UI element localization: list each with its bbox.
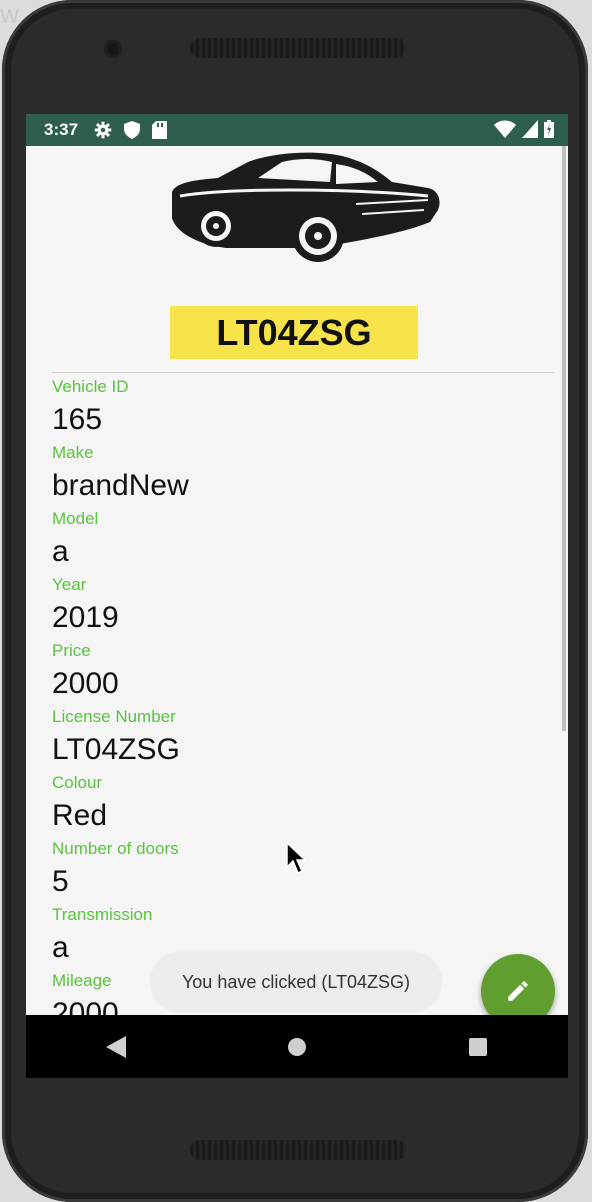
wifi-icon	[494, 120, 516, 138]
car-image	[172, 152, 440, 262]
field-number-of-doors: Number of doors 5	[52, 839, 189, 905]
top-speaker	[190, 38, 406, 58]
field-vehicle-id: Vehicle ID 165	[52, 377, 189, 443]
home-icon	[287, 1037, 306, 1056]
field-price: Price 2000	[52, 641, 189, 707]
field-label: Number of doors	[52, 839, 179, 858]
edit-button[interactable]	[481, 954, 555, 1015]
field-label: Price	[52, 641, 91, 660]
field-label: Colour	[52, 773, 103, 792]
field-model: Model a	[52, 509, 189, 575]
field-value: 165	[52, 403, 103, 436]
gear-icon	[94, 121, 112, 139]
field-label: Make	[52, 443, 94, 462]
field-make: Make brandNew	[52, 443, 189, 509]
field-label: Transmission	[52, 905, 153, 924]
field-value: LT04ZSG	[52, 733, 180, 766]
field-value: 5	[52, 865, 69, 898]
field-value: 2019	[52, 601, 119, 634]
field-label: Year	[52, 575, 87, 594]
divider	[52, 372, 554, 373]
front-camera	[104, 40, 122, 58]
mouse-cursor-icon	[286, 842, 306, 875]
battery-icon	[544, 120, 554, 138]
back-icon	[106, 1035, 127, 1058]
scrollbar[interactable]	[562, 146, 566, 731]
toast-message: You have clicked (LT04ZSG)	[150, 951, 442, 1013]
vehicle-detail-scroll[interactable]: LT04ZSG Vehicle ID 165 Make brandNew Mod…	[26, 146, 568, 1015]
status-time: 3:37	[44, 120, 79, 139]
background-window-text: W	[0, 6, 19, 28]
field-year: Year 2019	[52, 575, 189, 641]
recents-button[interactable]	[448, 1017, 508, 1077]
sd-card-icon	[152, 121, 168, 139]
edit-pencil-icon	[508, 981, 528, 1001]
field-label: Vehicle ID	[52, 377, 129, 396]
field-value: a	[52, 535, 69, 568]
license-plate: LT04ZSG	[170, 306, 418, 359]
vehicle-fields: Vehicle ID 165 Make brandNew Model a Yea…	[52, 377, 189, 1015]
home-button[interactable]	[267, 1017, 327, 1077]
field-value: Red	[52, 799, 108, 832]
field-label: Model	[52, 509, 99, 528]
field-colour: Colour Red	[52, 773, 189, 839]
device-screen: 3:37 LT04ZSG Vehicle ID 165 Make brandNe…	[26, 114, 568, 1078]
bottom-speaker	[190, 1140, 406, 1160]
status-bar: 3:37	[26, 114, 568, 146]
field-value: brandNew	[52, 469, 189, 502]
field-label: License Number	[52, 707, 176, 726]
field-value: 2000	[52, 667, 119, 700]
navigation-bar	[26, 1015, 568, 1078]
recents-icon	[468, 1037, 487, 1056]
back-button[interactable]	[86, 1017, 146, 1077]
field-license-number: License Number LT04ZSG	[52, 707, 189, 773]
shield-icon	[124, 121, 141, 139]
signal-icon	[522, 120, 538, 138]
